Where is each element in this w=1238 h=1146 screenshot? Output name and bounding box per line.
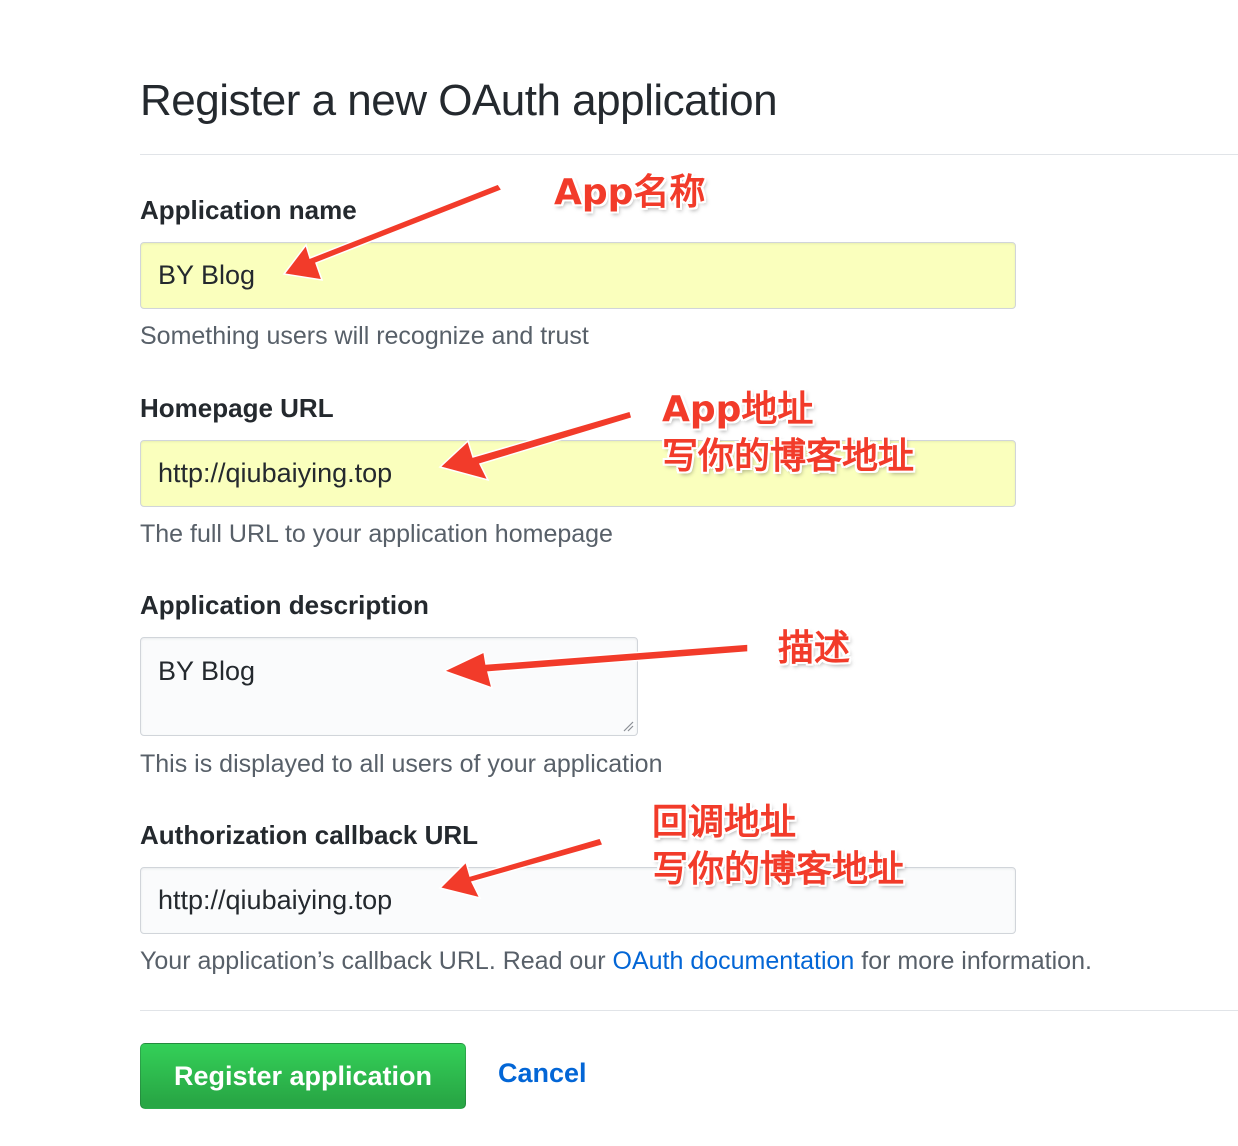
annotation-callback: 回调地址 写你的博客地址	[652, 800, 904, 894]
app-name-value: BY Blog	[158, 260, 256, 290]
annotation-app-name: App名称	[554, 170, 705, 217]
register-application-button[interactable]: Register application	[140, 1043, 466, 1109]
homepage-url-note: The full URL to your application homepag…	[140, 520, 613, 548]
annotation-description: 描述	[778, 626, 850, 673]
homepage-url-label: Homepage URL	[140, 393, 334, 423]
annotation-homepage: App地址 写你的博客地址	[662, 387, 914, 481]
description-textarea[interactable]: BY Blog	[140, 637, 638, 736]
callback-url-note: Your application’s callback URL. Read ou…	[140, 947, 1092, 976]
callback-note-suffix: for more information.	[854, 947, 1092, 975]
annotation-homepage-line1: App地址	[662, 389, 814, 430]
header-divider	[140, 154, 1238, 155]
description-value: BY Blog	[158, 656, 256, 686]
annotation-app-name-text: App名称	[554, 172, 706, 213]
resize-grip-icon[interactable]	[622, 720, 634, 732]
callback-url-label: Authorization callback URL	[140, 820, 479, 850]
callback-url-value: http://qiubaiying.top	[158, 885, 393, 915]
callback-note-prefix: Your application’s callback URL. Read ou…	[140, 947, 613, 975]
homepage-url-value: http://qiubaiying.top	[158, 458, 393, 488]
cancel-link[interactable]: Cancel	[498, 1058, 587, 1089]
page-title: Register a new OAuth application	[140, 76, 778, 125]
description-label: Application description	[140, 590, 429, 620]
oauth-documentation-link[interactable]: OAuth documentation	[613, 947, 855, 975]
app-name-input[interactable]: BY Blog	[140, 242, 1016, 309]
footer-divider	[140, 1010, 1238, 1011]
annotation-homepage-line2: 写你的博客地址	[662, 435, 915, 477]
app-name-note: Something users will recognize and trust	[140, 322, 589, 350]
app-name-label: Application name	[140, 195, 357, 225]
description-note: This is displayed to all users of your a…	[140, 750, 663, 778]
annotation-description-text: 描述	[778, 628, 851, 669]
annotation-callback-line1: 回调地址	[652, 802, 797, 843]
annotation-callback-line2: 写你的博客地址	[652, 848, 905, 890]
